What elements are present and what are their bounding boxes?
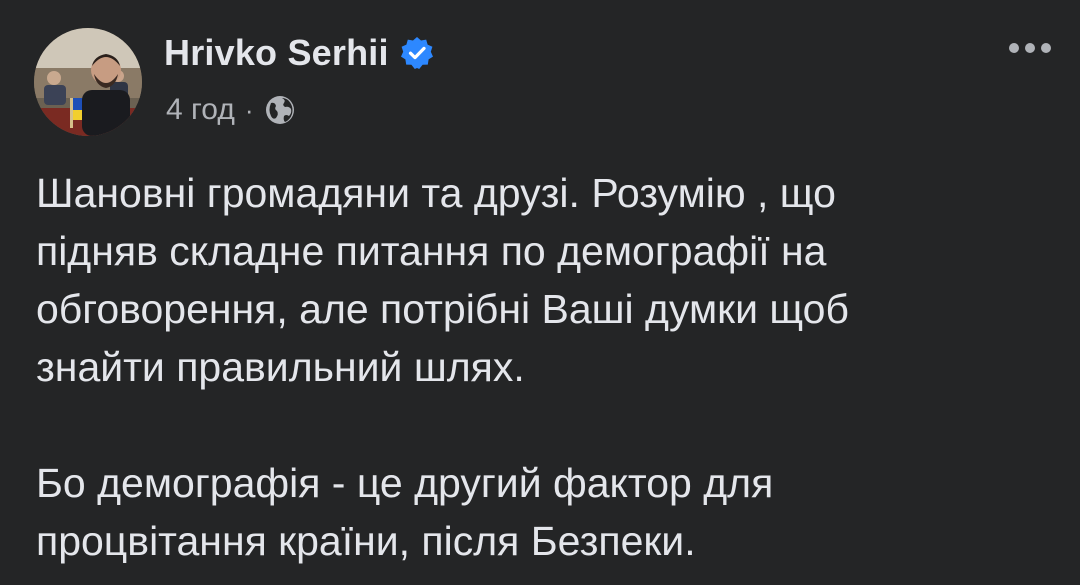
author-avatar[interactable] <box>34 28 142 136</box>
post-timestamp[interactable]: 4 год <box>166 93 235 127</box>
post-card: Hrivko Serhii 4 год · Шановні громадяни … <box>0 0 1080 585</box>
more-dot <box>1025 43 1035 53</box>
post-paragraph-1: Шановні громадяни та друзі. Розумію , що… <box>36 170 849 390</box>
author-row: Hrivko Serhii <box>164 30 435 76</box>
post-meta: 4 год · <box>166 90 296 130</box>
post-paragraph-2: Бо демографія - це другий фактор для про… <box>36 460 774 564</box>
post-body: Шановні громадяни та друзі. Розумію , що… <box>36 164 1046 570</box>
more-dot <box>1041 43 1051 53</box>
avatar-photo <box>34 28 142 136</box>
author-name[interactable]: Hrivko Serhii <box>164 32 389 74</box>
meta-separator: · <box>244 94 254 125</box>
verified-badge-icon <box>399 35 435 71</box>
more-horizontal-icon <box>1009 43 1019 53</box>
more-options-button[interactable] <box>1002 30 1058 66</box>
globe-icon[interactable] <box>264 94 296 126</box>
